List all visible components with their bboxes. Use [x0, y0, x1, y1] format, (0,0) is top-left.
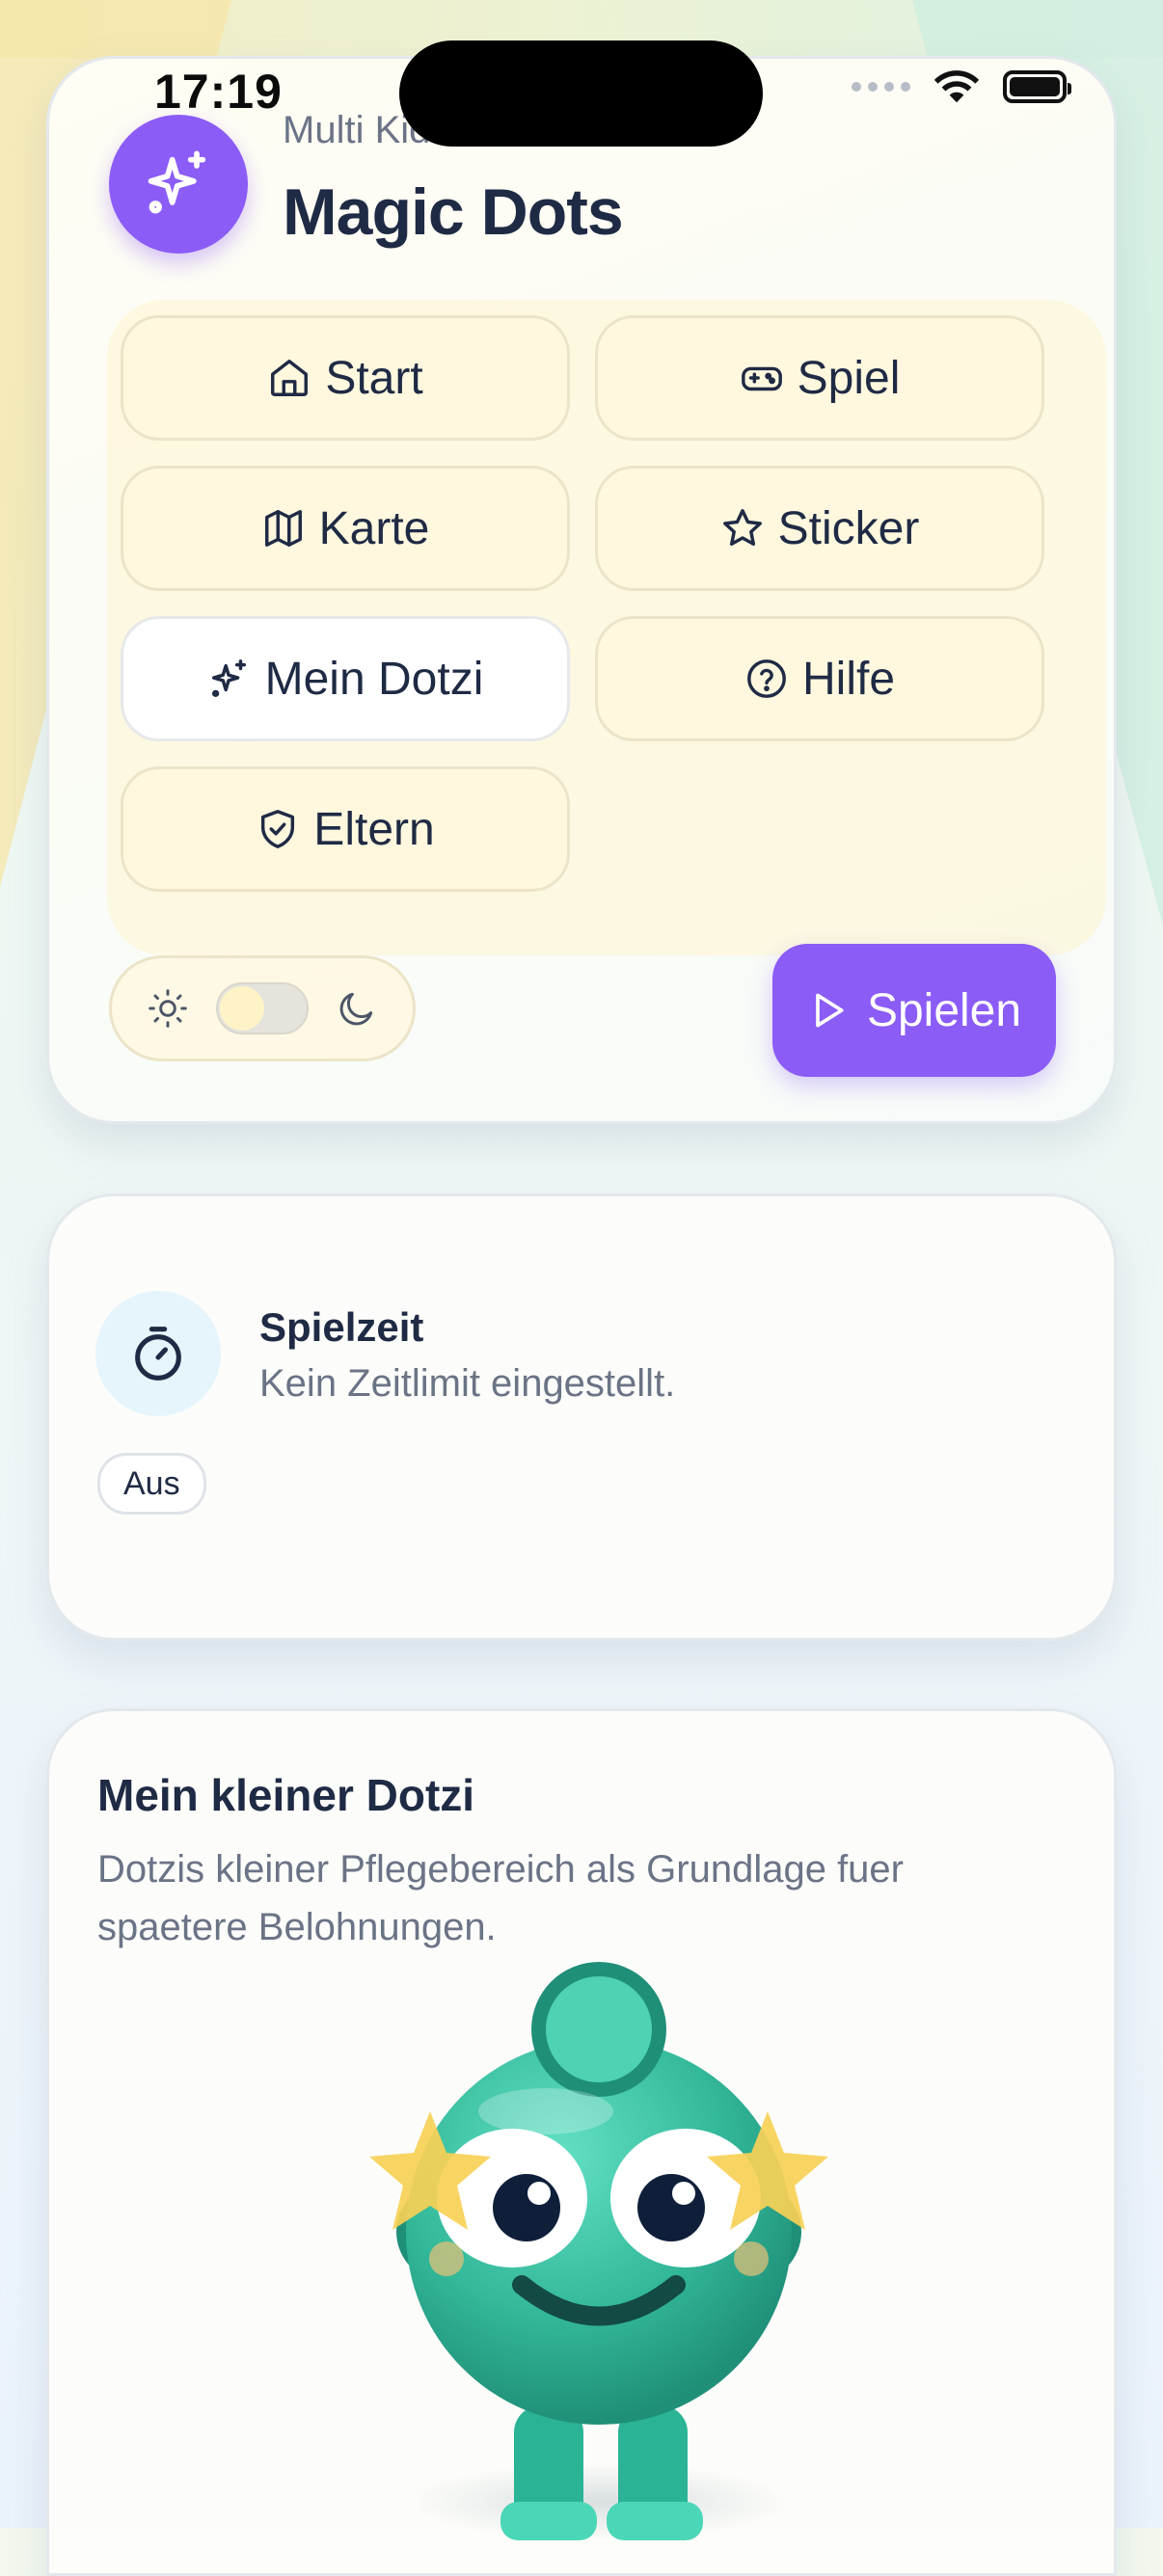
wifi-icon	[933, 70, 980, 103]
nav-eltern-label: Eltern	[313, 803, 435, 855]
shield-check-icon	[261, 810, 295, 848]
playtime-status-badge: Aus	[97, 1453, 206, 1515]
home-icon	[271, 360, 309, 396]
nav-karte-button[interactable]: Karte	[121, 466, 570, 591]
playtime-title: Spielzeit	[259, 1304, 424, 1350]
moon-icon	[339, 992, 373, 1026]
nav-start-label: Start	[325, 352, 423, 404]
battery-icon	[1003, 70, 1071, 103]
star-icon	[722, 509, 762, 547]
nav-hilfe-button[interactable]: Hilfe	[595, 616, 1044, 741]
play-button-label: Spielen	[866, 984, 1022, 1036]
app-title: Magic Dots	[283, 175, 624, 249]
app-logo[interactable]	[109, 115, 248, 254]
nav-karte-label: Karte	[318, 502, 430, 554]
sun-icon	[149, 989, 187, 1028]
theme-switch[interactable]	[216, 982, 309, 1034]
nav-mein-dotzi-label: Mein Dotzi	[264, 653, 484, 705]
nav-spiel-label: Spiel	[797, 352, 901, 404]
playtime-card: Spielzeit Kein Zeitlimit eingestellt. Au…	[46, 1194, 1117, 1641]
sparkles-icon	[148, 150, 206, 214]
dotzi-description: Dotzis kleiner Pflegebereich als Grundla…	[97, 1848, 904, 1948]
nav-spiel-button[interactable]: Spiel	[595, 315, 1044, 441]
map-icon	[264, 510, 302, 547]
theme-toggle[interactable]	[109, 955, 416, 1061]
status-time: 17:19	[154, 65, 283, 119]
status-indicators	[852, 67, 1071, 106]
header-card: Multi Kids Games Magic Dots Start Spiel …	[46, 56, 1117, 1124]
dotzi-mascot[interactable]	[338, 1943, 859, 2540]
signal-icon	[852, 82, 910, 92]
play-button[interactable]: Spielen	[772, 944, 1056, 1077]
nav-sticker-label: Sticker	[777, 502, 920, 554]
nav-hilfe-label: Hilfe	[801, 653, 896, 705]
dynamic-island	[399, 40, 763, 147]
nav-sticker-button[interactable]: Sticker	[595, 466, 1044, 591]
gamepad-icon	[741, 366, 782, 391]
dotzi-title: Mein kleiner Dotzi	[97, 1770, 475, 1820]
switch-knob	[220, 986, 264, 1031]
nav-start-button[interactable]: Start	[121, 315, 570, 441]
help-circle-icon	[747, 659, 786, 698]
play-icon	[816, 993, 844, 1028]
playtime-text: Kein Zeitlimit eingestellt.	[259, 1362, 676, 1405]
dotzi-card: Mein kleiner Dotzi Dotzis kleiner Pflege…	[46, 1708, 1117, 2576]
sparkles-icon	[211, 659, 246, 697]
nav-mein-dotzi-button[interactable]: Mein Dotzi	[121, 616, 570, 741]
timer-icon	[135, 1327, 181, 1381]
nav-eltern-button[interactable]: Eltern	[121, 766, 570, 892]
timer-icon-wrap	[95, 1291, 221, 1416]
